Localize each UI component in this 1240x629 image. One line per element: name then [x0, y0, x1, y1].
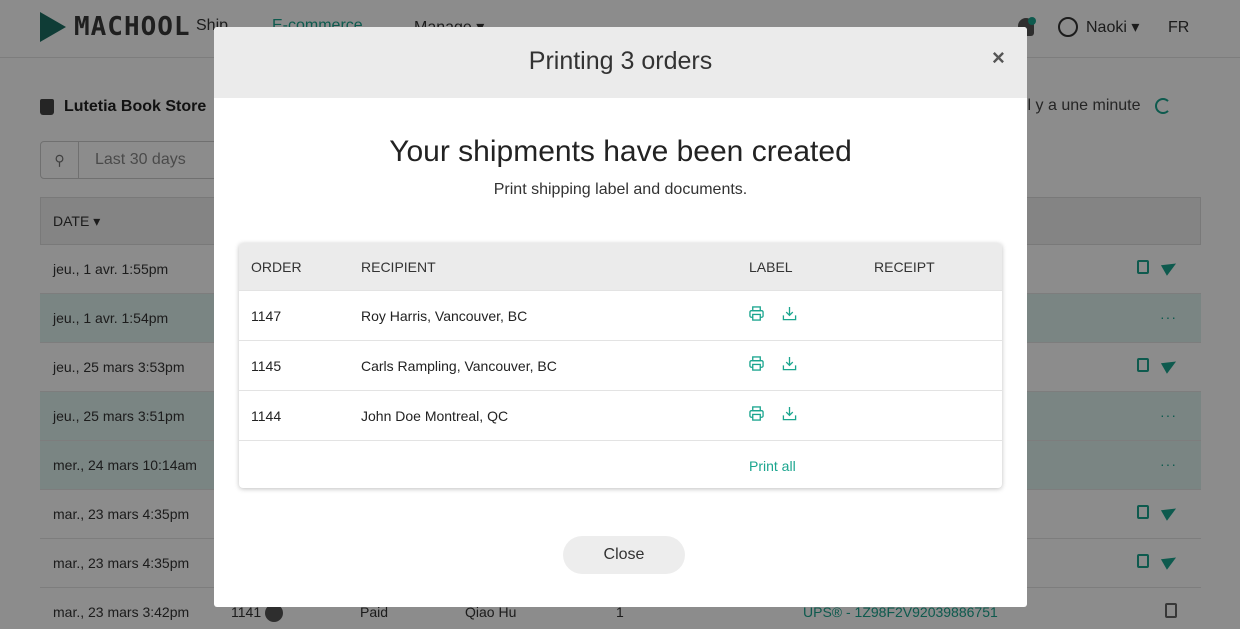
- column-recipient: RECIPIENT: [361, 259, 436, 275]
- print-orders-modal: Printing 3 orders × Your shipments have …: [214, 27, 1027, 607]
- printer-icon[interactable]: [749, 356, 764, 371]
- column-receipt: RECEIPT: [874, 259, 935, 275]
- shipment-order: 1144: [251, 408, 282, 424]
- printer-icon[interactable]: [749, 306, 764, 321]
- download-icon[interactable]: [782, 356, 797, 371]
- printer-icon[interactable]: [749, 406, 764, 421]
- shipments-table: ORDER RECIPIENT LABEL RECEIPT 1147 Roy H…: [239, 243, 1002, 488]
- shipment-row: 1144 John Doe Montreal, QC: [239, 390, 1002, 440]
- modal-title: Printing 3 orders: [528, 47, 713, 75]
- download-icon[interactable]: [782, 406, 797, 421]
- shipment-recipient: John Doe Montreal, QC: [361, 408, 509, 424]
- print-all-row: Print all: [239, 440, 1002, 488]
- shipments-table-header: ORDER RECIPIENT LABEL RECEIPT: [239, 243, 1002, 290]
- modal-header: Printing 3 orders ×: [214, 27, 1027, 98]
- download-icon[interactable]: [782, 306, 797, 321]
- shipment-recipient: Roy Harris, Vancouver, BC: [361, 308, 528, 324]
- success-heading: Your shipments have been created: [389, 135, 852, 168]
- print-all-link[interactable]: Print all: [749, 458, 796, 474]
- success-subheading: Print shipping label and documents.: [493, 181, 748, 198]
- close-button[interactable]: Close: [563, 536, 685, 574]
- shipment-order: 1147: [251, 308, 282, 324]
- shipment-row: 1147 Roy Harris, Vancouver, BC: [239, 290, 1002, 340]
- close-icon[interactable]: ×: [992, 45, 1005, 71]
- shipment-row: 1145 Carls Rampling, Vancouver, BC: [239, 340, 1002, 390]
- column-label: LABEL: [749, 259, 793, 275]
- shipment-order: 1145: [251, 358, 282, 374]
- column-order: ORDER: [251, 259, 302, 275]
- shipment-recipient: Carls Rampling, Vancouver, BC: [361, 358, 557, 374]
